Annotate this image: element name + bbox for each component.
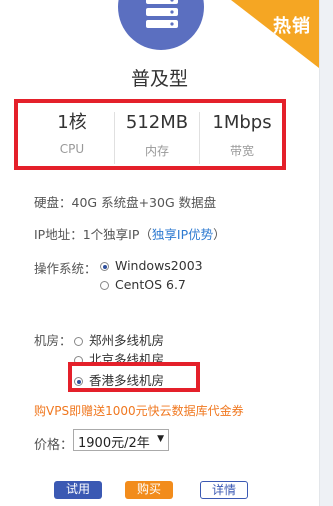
os-windows-label: Windows2003: [115, 258, 203, 273]
spec-cpu-label: CPU: [59, 142, 85, 156]
spec-bandwidth: 1Mbps 带宽: [200, 112, 284, 164]
room-hongkong-radio[interactable]: [74, 377, 83, 386]
os-option-centos[interactable]: CentOS 6.7: [100, 277, 186, 292]
hot-sale-ribbon: 热销: [231, 0, 319, 68]
hot-sale-badge: 热销: [273, 16, 311, 37]
spec-cpu: 1核 CPU: [30, 112, 115, 164]
try-button[interactable]: 试用: [54, 481, 102, 499]
room-hongkong-label: 香港多线机房: [89, 373, 165, 388]
disk-info: 硬盘：40G 系统盘+30G 数据盘: [34, 195, 217, 210]
ip-advantage-link[interactable]: 独享IP优势: [152, 227, 213, 242]
server-logo-icon: [118, 0, 204, 50]
buy-button[interactable]: 购买: [125, 481, 173, 499]
plan-title: 普及型: [130, 68, 188, 90]
dropdown-arrow-icon: ▼: [157, 434, 164, 444]
os-label: 操作系统：: [34, 261, 97, 276]
spec-memory-value: 512MB: [125, 112, 189, 133]
os-windows-radio[interactable]: [100, 262, 109, 271]
price-select-value: 1900元/2年: [78, 436, 150, 451]
product-card: 热销 普及型 1核 CPU 512MB 内存 1Mbps 带宽 硬盘：40G 系…: [0, 0, 320, 506]
room-zhengzhou-label: 郑州多线机房: [89, 333, 165, 348]
price-select[interactable]: 1900元/2年 ▼: [73, 429, 169, 451]
room-option-hongkong[interactable]: 香港多线机房: [74, 370, 164, 389]
spec-memory-label: 内存: [144, 144, 169, 158]
ip-info-prefix: IP地址：1个独享IP（: [34, 227, 152, 242]
ip-info: IP地址：1个独享IP（独享IP优势）: [34, 224, 226, 243]
ip-info-suffix: ）: [213, 227, 226, 242]
room-label: 机房：: [34, 333, 72, 348]
room-option-zhengzhou[interactable]: 郑州多线机房: [74, 330, 164, 349]
spec-bandwidth-value: 1Mbps: [212, 112, 272, 133]
price-label: 价格：: [34, 438, 74, 453]
specs-panel: 1核 CPU 512MB 内存 1Mbps 带宽: [30, 112, 284, 164]
room-zhengzhou-radio[interactable]: [74, 337, 83, 346]
spec-memory: 512MB 内存: [115, 112, 200, 164]
os-centos-label: CentOS 6.7: [115, 277, 186, 292]
spec-cpu-value: 1核: [57, 112, 87, 133]
os-option-windows[interactable]: Windows2003: [100, 258, 203, 273]
os-centos-radio[interactable]: [100, 281, 109, 290]
spec-bandwidth-label: 带宽: [229, 144, 254, 158]
promo-text: 购VPS即赠送1000元快云数据库代金券: [34, 404, 244, 418]
detail-button[interactable]: 详情: [200, 481, 248, 499]
